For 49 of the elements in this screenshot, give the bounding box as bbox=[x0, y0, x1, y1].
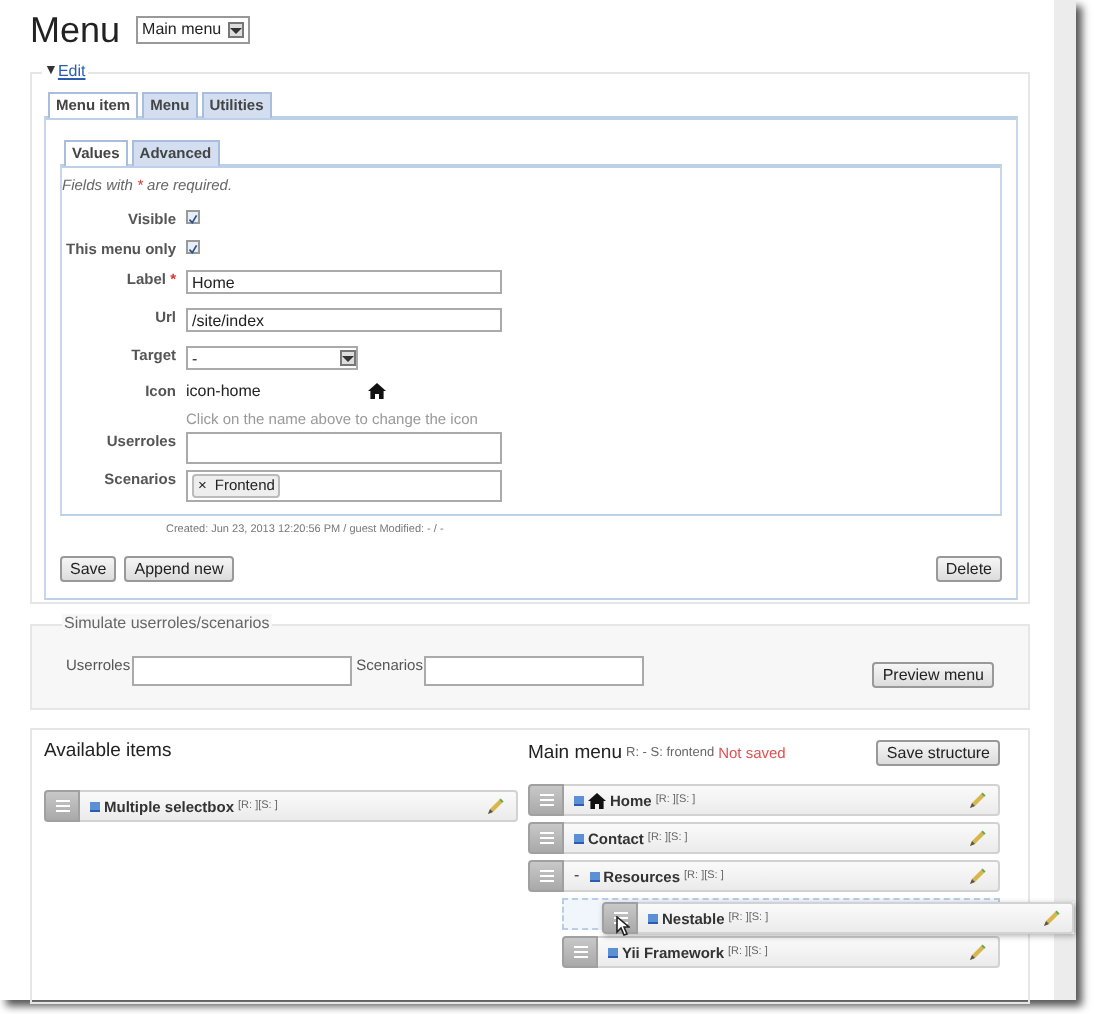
checkbox[interactable] bbox=[186, 240, 200, 254]
section-title: Available items bbox=[44, 740, 174, 763]
link-icon[interactable] bbox=[574, 833, 584, 843]
text-field[interactable]: /site/index bbox=[186, 308, 502, 332]
link-icon[interactable] bbox=[574, 795, 584, 805]
link-icon[interactable] bbox=[648, 913, 658, 923]
section-title: Main menu bbox=[528, 741, 622, 765]
drag-handle[interactable] bbox=[528, 822, 564, 854]
text-field[interactable] bbox=[132, 656, 353, 686]
drag-handle[interactable] bbox=[44, 790, 80, 823]
text-field[interactable] bbox=[424, 656, 645, 686]
page-title: Menu bbox=[30, 8, 121, 52]
form-button[interactable]: Save bbox=[60, 556, 117, 583]
pencil-icon[interactable] bbox=[968, 867, 986, 885]
pencil-icon[interactable] bbox=[486, 797, 504, 816]
pencil-icon[interactable] bbox=[1042, 909, 1060, 927]
grip-icon bbox=[613, 910, 627, 926]
pencil-icon[interactable] bbox=[968, 829, 986, 847]
fieldset-legend: Simulate userroles/scenarios bbox=[64, 614, 270, 634]
pencil-icon[interactable] bbox=[968, 943, 986, 961]
checkbox[interactable] bbox=[186, 210, 200, 224]
grip-icon bbox=[55, 798, 69, 815]
save-structure-button[interactable]: Save structure bbox=[876, 740, 1000, 766]
link-icon[interactable] bbox=[589, 871, 600, 881]
form-button[interactable]: Append new bbox=[124, 556, 234, 583]
link-icon[interactable] bbox=[608, 947, 618, 957]
menu-select[interactable]: Main menu bbox=[136, 16, 250, 44]
grip-icon bbox=[539, 792, 553, 808]
delete-button[interactable]: Delete bbox=[935, 556, 1002, 583]
drag-handle[interactable] bbox=[602, 902, 638, 934]
drag-handle[interactable] bbox=[562, 936, 598, 968]
caret-icon bbox=[342, 355, 354, 361]
grip-icon bbox=[539, 868, 553, 884]
target-select[interactable]: - bbox=[186, 346, 358, 370]
cursor-icon bbox=[616, 916, 630, 936]
home-icon bbox=[368, 382, 386, 401]
preview-menu-button[interactable]: Preview menu bbox=[872, 662, 994, 688]
drag-handle[interactable] bbox=[528, 860, 564, 892]
icon-name-link[interactable]: icon-home bbox=[186, 382, 368, 402]
link-icon[interactable] bbox=[90, 801, 100, 812]
drag-handle[interactable] bbox=[528, 784, 564, 816]
grip-icon bbox=[539, 830, 553, 846]
tags-field[interactable] bbox=[186, 431, 502, 464]
edit-link[interactable]: Edit bbox=[57, 62, 86, 82]
pencil-icon[interactable] bbox=[968, 791, 986, 809]
grip-icon bbox=[573, 944, 587, 960]
caret-icon bbox=[229, 27, 242, 33]
collapse-button[interactable]: - bbox=[574, 866, 580, 886]
text-field[interactable]: Home bbox=[186, 270, 502, 294]
